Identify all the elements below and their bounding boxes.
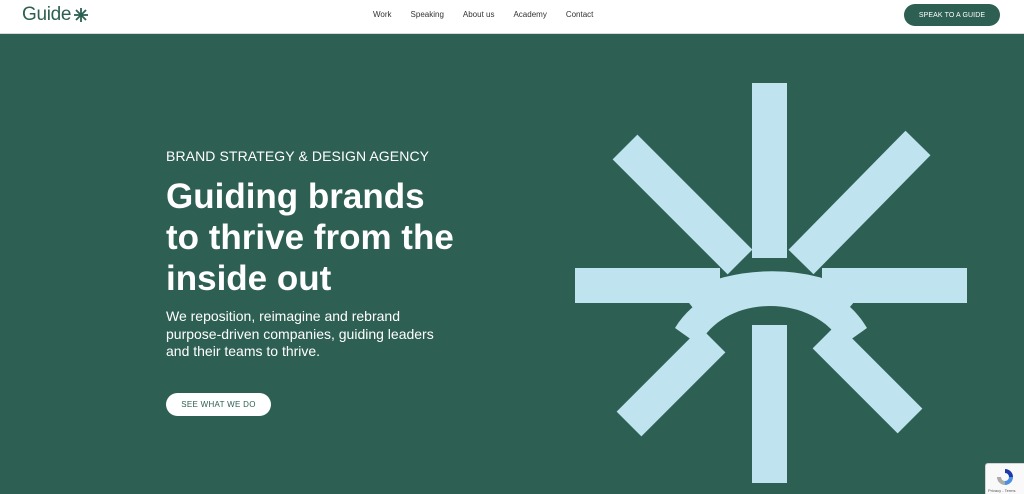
speak-to-a-guide-button[interactable]: SPEAK TO A GUIDE (904, 4, 1000, 26)
nav-item-about-us[interactable]: About us (463, 10, 495, 20)
asterisk-icon (74, 8, 89, 22)
nav-item-academy[interactable]: Academy (513, 10, 546, 20)
headline-line: to thrive from the (166, 218, 454, 257)
recaptcha-badge[interactable]: Privacy - Terms (985, 463, 1024, 494)
subtext-line: We reposition, reimagine and rebrand (166, 308, 400, 324)
main-nav: Work Speaking About us Academy Contact (373, 10, 612, 20)
logo-text: Guide (22, 4, 72, 25)
subtext-line: purpose-driven companies, guiding leader… (166, 325, 434, 342)
guide-asterisk-icon (575, 83, 967, 483)
recaptcha-links[interactable]: Privacy - Terms (988, 488, 1015, 493)
hero-eyebrow: BRAND STRATEGY & DESIGN AGENCY (166, 148, 430, 164)
recaptcha-icon (997, 469, 1013, 485)
headline-line: Guiding brands (166, 177, 425, 216)
nav-item-speaking[interactable]: Speaking (411, 10, 444, 20)
nav-item-work[interactable]: Work (373, 10, 392, 20)
nav-item-contact[interactable]: Contact (566, 10, 594, 20)
headline-line: inside out (166, 259, 332, 298)
hero-subtext: We reposition, reimagine and rebrand pur… (166, 308, 456, 361)
subtext-line: and their teams to thrive. (166, 343, 321, 359)
site-header: Guide Work Speaking About us Academy Con… (0, 0, 1024, 34)
logo[interactable]: Guide (22, 4, 89, 26)
see-what-we-do-button[interactable]: SEE WHAT WE DO (166, 393, 271, 416)
hero-headline: Guiding brands to thrive from the inside… (166, 176, 506, 299)
